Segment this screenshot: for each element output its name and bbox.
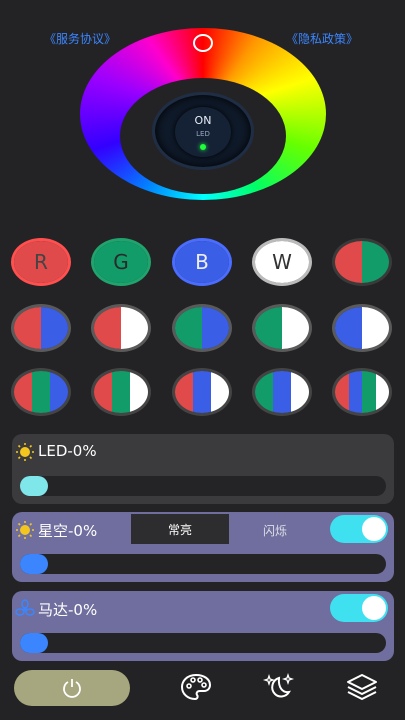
color-preset-label: R — [34, 250, 48, 274]
power-knob-face: ON LED — [175, 107, 231, 157]
layers-nav-button[interactable] — [342, 670, 382, 704]
color-preset-button[interactable] — [332, 368, 392, 416]
toggle-knob — [362, 596, 386, 620]
color-preset-button[interactable]: G — [91, 238, 151, 286]
motor-panel: 马达-0% — [12, 591, 394, 661]
motor-fan-icon — [15, 599, 35, 616]
color-wheel-handle[interactable] — [193, 34, 213, 52]
power-nav-button[interactable] — [14, 670, 130, 706]
color-preset-button[interactable] — [172, 304, 232, 352]
toggle-knob — [362, 517, 386, 541]
color-preset-button[interactable] — [172, 368, 232, 416]
color-preset-button[interactable] — [332, 238, 392, 286]
mode-steady-tab[interactable]: 常亮 — [131, 514, 229, 544]
led-panel: LED-0% — [12, 434, 394, 504]
color-preset-label: W — [272, 250, 292, 274]
mode-blink-tab[interactable]: 闪烁 — [263, 522, 287, 539]
led-slider-track[interactable] — [20, 476, 386, 496]
palette-nav-button[interactable] — [176, 670, 216, 704]
bottom-nav — [0, 662, 405, 720]
motor-slider-track[interactable] — [20, 633, 386, 653]
motor-title: 马达-0% — [38, 601, 98, 619]
color-preset-button[interactable]: B — [172, 238, 232, 286]
privacy-link[interactable]: 《隐私政策》 — [286, 30, 358, 47]
motor-toggle[interactable] — [330, 594, 388, 622]
color-preset-button[interactable] — [11, 304, 71, 352]
color-preset-label: B — [195, 250, 209, 274]
power-indicator-dot — [200, 144, 206, 150]
starry-sky-slider-track[interactable] — [20, 554, 386, 574]
led-slider-thumb[interactable] — [20, 476, 48, 496]
color-preset-button[interactable]: R — [11, 238, 71, 286]
color-preset-button[interactable] — [91, 368, 151, 416]
terms-link[interactable]: 《服务协议》 — [44, 30, 116, 47]
power-icon — [63, 679, 81, 698]
sun-icon — [16, 443, 34, 461]
color-preset-label: G — [113, 250, 129, 274]
motor-slider-thumb[interactable] — [20, 633, 48, 653]
color-preset-button[interactable]: W — [252, 238, 312, 286]
color-preset-button[interactable] — [252, 304, 312, 352]
power-toggle-button[interactable]: ON LED — [152, 92, 254, 170]
sun-icon — [16, 521, 34, 539]
color-preset-button[interactable] — [11, 368, 71, 416]
palette-icon — [180, 673, 212, 701]
color-preset-button[interactable] — [91, 304, 151, 352]
power-state-label: ON — [194, 114, 212, 127]
layers-icon — [347, 674, 377, 700]
color-preset-button[interactable] — [332, 304, 392, 352]
starry-sky-toggle[interactable] — [330, 515, 388, 543]
starry-sky-panel: 星空-0% 常亮 闪烁 — [12, 512, 394, 582]
starry-sky-title: 星空-0% — [38, 522, 98, 540]
starry-sky-slider-thumb[interactable] — [20, 554, 48, 574]
night-mode-nav-button[interactable] — [258, 670, 298, 704]
color-preset-button[interactable] — [252, 368, 312, 416]
led-title: LED-0% — [38, 442, 97, 460]
moon-stars-icon — [262, 672, 295, 698]
power-led-label: LED — [196, 130, 210, 138]
